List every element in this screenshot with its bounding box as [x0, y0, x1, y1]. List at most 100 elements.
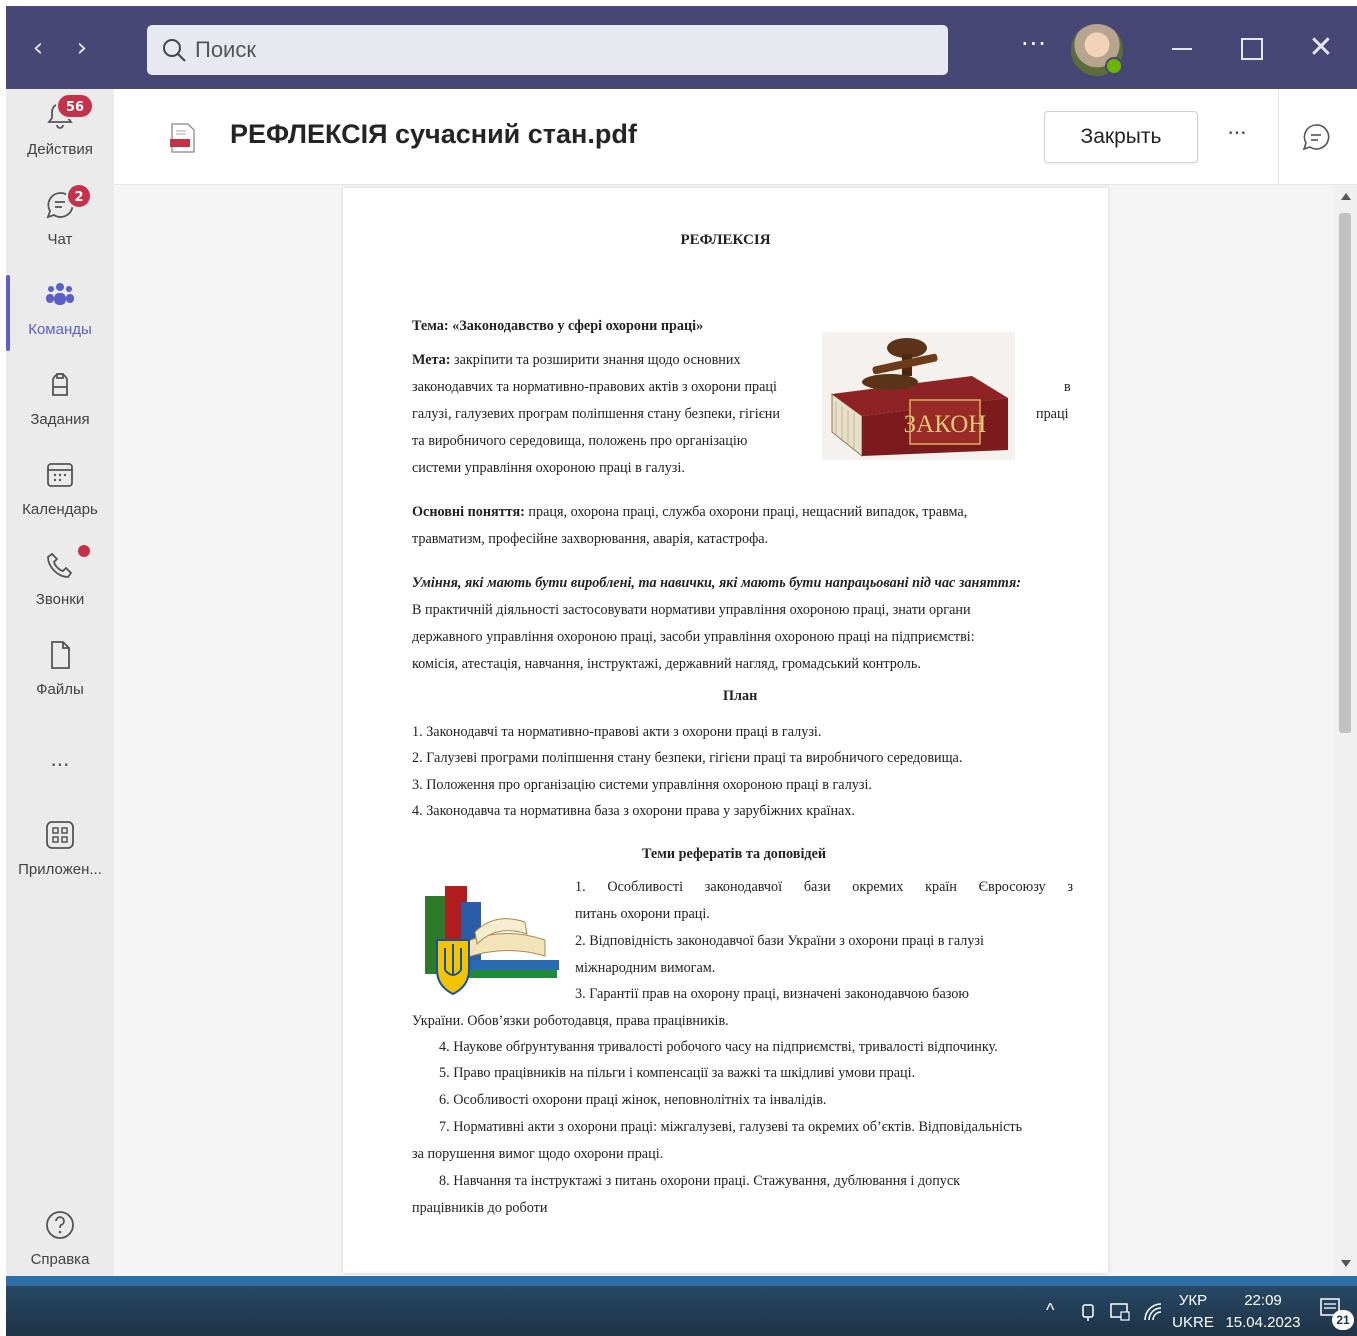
language-top: УКР: [1178, 1292, 1208, 1309]
topic-7-line-1: 7. Нормативні акти з охорони праці: міжг…: [439, 1119, 1023, 1135]
usb-device-icon[interactable]: [1078, 1302, 1098, 1322]
language-bottom: UKRE: [1172, 1314, 1214, 1331]
concepts-line-2: травматизм, професійне захворювання, ава…: [412, 531, 769, 547]
rail-more-apps[interactable]: ···: [6, 739, 114, 789]
topic-8-line-1: 8. Навчання та інструктажі з питань охор…: [439, 1173, 961, 1189]
activity-badge: 56: [56, 93, 94, 119]
maximize-button[interactable]: [1226, 26, 1276, 70]
rail-label-assignments: Задания: [30, 411, 90, 428]
goal-line-4: та виробничого середовища, положень про …: [412, 433, 748, 449]
concepts-text-1: праця, охорона праці, служба охорони пра…: [528, 504, 968, 520]
rail-item-assignments[interactable]: Задания: [6, 359, 114, 439]
topic-3-line-1: 3. Гарантії прав на охорону праці, визна…: [575, 986, 969, 1002]
topic-1-line-1: 1. Особливості законодавчої бази окремих…: [575, 879, 1073, 895]
plan-heading: План: [723, 688, 758, 704]
more-options-icon[interactable]: ···: [1016, 30, 1052, 66]
clock-date: 15.04.2023: [1225, 1314, 1301, 1331]
rail-label-calls: Звонки: [35, 591, 85, 608]
scroll-thumb[interactable]: [1339, 213, 1351, 733]
file-more-options-icon[interactable]: ···: [1222, 121, 1252, 151]
title-bar: ‹ › Поиск ··· ✕: [6, 6, 1357, 89]
law-book-image: ЗАКОН: [822, 332, 1015, 460]
goal-line-1: Мета: закріпити та розширити знання щодо…: [412, 350, 811, 370]
plan-item-1: 1. Законодавчі та нормативно-правові акт…: [412, 724, 822, 740]
search-icon: [163, 39, 186, 62]
rail-item-activity[interactable]: Действия 56: [6, 89, 114, 169]
skills-line-3: комісія, атестація, навчання, інструктаж…: [412, 656, 921, 672]
wifi-icon[interactable]: [1143, 1302, 1165, 1322]
goal-label: Мета:: [412, 352, 451, 368]
conversation-icon[interactable]: [1302, 123, 1330, 151]
file-icon: [51, 641, 70, 669]
rail-item-teams[interactable]: Команды: [6, 269, 114, 349]
vertical-scrollbar[interactable]: [1333, 185, 1357, 1276]
close-file-button[interactable]: Закрыть: [1044, 111, 1198, 163]
rail-label-chat: Чат: [47, 231, 73, 248]
rail-item-apps[interactable]: Приложен...: [6, 809, 114, 889]
rail-item-calendar[interactable]: Календарь: [6, 449, 114, 529]
topic-8-line-2: працівників до роботи: [412, 1200, 548, 1216]
law-book-text: ЗАКОН: [904, 411, 987, 438]
clock[interactable]: 22:09 15.04.2023: [1224, 1290, 1302, 1334]
chat-badge: 2: [66, 183, 92, 209]
plan-item-4: 4. Законодавча та нормативна база з охор…: [412, 803, 855, 819]
more-icon: ···: [50, 753, 70, 777]
help-icon: [46, 1211, 74, 1239]
calendar-icon: [47, 463, 73, 487]
skills-heading: Уміння, які мають бути вироблені, та нав…: [412, 575, 1021, 591]
close-window-button[interactable]: ✕: [1296, 26, 1346, 70]
rail-item-help[interactable]: Справка: [6, 1199, 114, 1279]
minimize-button[interactable]: [1157, 26, 1207, 70]
rail-label-apps: Приложен...: [18, 861, 102, 878]
file-title: РЕФЛЕКСІЯ сучасний стан.pdf: [230, 119, 637, 149]
chevron-up-icon[interactable]: ^: [1046, 1300, 1054, 1321]
phone-icon: [47, 552, 73, 578]
books-emblem-image: [425, 886, 559, 996]
file-header: РЕФЛЕКСІЯ сучасний стан.pdf Закрыть ···: [114, 89, 1357, 185]
topic-3-line-2: України. Обов’язки роботодавця, права пр…: [412, 1013, 729, 1029]
topic-4: 4. Наукове обґрунтування тривалості робо…: [439, 1039, 998, 1055]
pdf-viewer[interactable]: РЕФЛЕКСІЯ Тема: «Законодавство у сфері о…: [114, 185, 1357, 1276]
rail-item-chat[interactable]: Чат 2: [6, 179, 114, 259]
document-theme: Тема: «Законодавство у сфері охорони пра…: [412, 318, 704, 334]
backpack-icon: [52, 373, 68, 396]
goal-line-3: галузі, галузевих програм поліпшення ста…: [412, 406, 780, 422]
rail-item-calls[interactable]: Звонки: [6, 539, 114, 619]
divider: [1278, 89, 1279, 185]
display-icon[interactable]: [1109, 1302, 1131, 1322]
forward-arrow-icon[interactable]: ›: [68, 34, 96, 62]
taskbar-accent: [6, 1276, 1357, 1286]
rail-item-files[interactable]: Файлы: [6, 629, 114, 709]
search-input[interactable]: Поиск: [147, 25, 948, 75]
presence-available-icon: [1105, 57, 1123, 75]
goal-text-1: закріпити та розширити знання щодо основ…: [454, 352, 741, 368]
document-title: РЕФЛЕКСІЯ: [680, 232, 771, 248]
goal-fragment-v: в: [1064, 379, 1071, 395]
topic-5: 5. Право працівників на пільги і компенс…: [439, 1065, 916, 1081]
topic-2-line-1: 2. Відповідність законодавчої бази Украї…: [575, 933, 984, 949]
pdf-page: РЕФЛЕКСІЯ Тема: «Законодавство у сфері о…: [343, 188, 1108, 1273]
pdf-file-icon: [170, 123, 195, 153]
skills-line-1: В практичній діяльності застосовувати но…: [412, 602, 971, 618]
rail-label-calendar: Календарь: [22, 501, 98, 518]
goal-fragment-pratsi: праці: [1036, 406, 1069, 422]
scroll-up-arrow-icon[interactable]: [1341, 193, 1351, 200]
notification-count-badge: 21: [1332, 1310, 1354, 1330]
calls-notification-dot: [78, 545, 90, 557]
concepts-line-1: Основні поняття: праця, охорона праці, с…: [412, 502, 1072, 522]
language-indicator[interactable]: УКР UKRE: [1172, 1290, 1214, 1334]
clock-time: 22:09: [1244, 1292, 1282, 1309]
goal-line-2: законодавчих та нормативно-правових акті…: [412, 379, 777, 395]
plan-item-3: 3. Положення про організацію системи упр…: [412, 777, 872, 793]
back-arrow-icon[interactable]: ‹: [24, 34, 52, 62]
rail-label-files: Файлы: [36, 681, 84, 698]
scroll-down-arrow-icon[interactable]: [1341, 1260, 1351, 1267]
topic-2-line-2: міжнародним вимогам.: [575, 960, 716, 976]
app-rail: Действия 56 Чат 2 Команды Задания Календ…: [6, 89, 114, 1276]
topic-7-line-2: за порушення вимог щодо охорони праці.: [412, 1146, 664, 1162]
topics-heading: Теми рефератів та доповідей: [642, 846, 827, 862]
rail-label-teams: Команды: [28, 321, 92, 338]
search-placeholder: Поиск: [195, 37, 256, 62]
apps-icon: [46, 821, 74, 849]
rail-label-help: Справка: [30, 1251, 90, 1268]
